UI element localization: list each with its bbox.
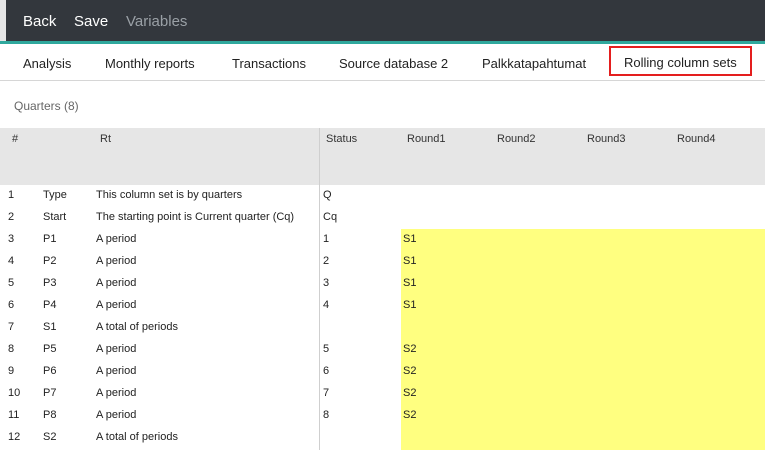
cell-code[interactable]: P6 [43,365,56,377]
grid-header: # Rt Status Round1 Round2 Round3 Round4 [0,128,765,185]
table-row[interactable]: 9 P6 A period 6 S2 [0,361,765,383]
variables-button[interactable]: Variables [126,13,187,30]
tab-monthly-reports[interactable]: Monthly reports [105,44,195,80]
cell-round1[interactable]: S1 [403,255,416,267]
cell-status[interactable]: 3 [323,277,329,289]
table-row[interactable]: 3 P1 A period 1 S1 [0,229,765,251]
cell-code[interactable]: Start [43,211,66,223]
table-row[interactable]: 7 S1 A total of periods [0,317,765,339]
cell-num[interactable]: 12 [8,431,20,443]
cell-status[interactable]: Cq [323,211,337,223]
cell-status[interactable]: 4 [323,299,329,311]
col-header-num: # [12,133,19,145]
col-header-rt: Rt [100,133,111,145]
cell-status[interactable]: 8 [323,409,329,421]
tab-analysis[interactable]: Analysis [23,44,71,80]
cell-round1[interactable]: S2 [403,343,416,355]
col-header-round3: Round3 [587,133,626,145]
cell-code[interactable]: P3 [43,277,56,289]
table-row[interactable]: 6 P4 A period 4 S1 [0,295,765,317]
tab-palkkatapahtumat[interactable]: Palkkatapahtumat [482,44,586,80]
cell-code[interactable]: S2 [43,431,56,443]
cell-code[interactable]: P1 [43,233,56,245]
cell-desc[interactable]: A period [96,409,136,421]
cell-num[interactable]: 6 [8,299,14,311]
top-toolbar: Back Save Variables [0,0,765,44]
cell-code[interactable]: S1 [43,321,56,333]
column-set-grid: # Rt Status Round1 Round2 Round3 Round4 … [0,128,765,450]
cell-status[interactable]: Q [323,189,332,201]
cell-num[interactable]: 8 [8,343,14,355]
cell-code[interactable]: P4 [43,299,56,311]
cell-status[interactable]: 5 [323,343,329,355]
cell-desc[interactable]: A total of periods [96,321,178,333]
tab-bar: Analysis Monthly reports Transactions So… [0,44,765,81]
tab-transactions[interactable]: Transactions [232,44,306,80]
cell-desc[interactable]: A period [96,343,136,355]
cell-code[interactable]: P7 [43,387,56,399]
cell-num[interactable]: 3 [8,233,14,245]
table-row[interactable]: 10 P7 A period 7 S2 [0,383,765,405]
table-row[interactable]: 1 Type This column set is by quarters Q [0,185,765,207]
cell-num[interactable]: 7 [8,321,14,333]
tab-source-database-2[interactable]: Source database 2 [339,44,448,80]
cell-round1[interactable]: S2 [403,387,416,399]
cell-status[interactable]: 6 [323,365,329,377]
cell-round1[interactable]: S2 [403,365,416,377]
cell-status[interactable]: 2 [323,255,329,267]
table-row[interactable]: 8 P5 A period 5 S2 [0,339,765,361]
cell-desc[interactable]: A period [96,233,136,245]
cell-num[interactable]: 4 [8,255,14,267]
cell-num[interactable]: 5 [8,277,14,289]
cell-desc[interactable]: A period [96,387,136,399]
col-header-status: Status [326,133,358,145]
col-header-round4: Round4 [677,133,716,145]
cell-code[interactable]: Type [43,189,67,201]
col-header-round1: Round1 [407,133,446,145]
table-row[interactable]: 5 P3 A period 3 S1 [0,273,765,295]
tab-rolling-column-sets[interactable]: Rolling column sets [609,46,752,76]
table-row[interactable]: 12 S2 A total of periods [0,427,765,449]
cell-num[interactable]: 2 [8,211,14,223]
cell-round1[interactable]: S1 [403,233,416,245]
back-button[interactable]: Back [23,13,56,30]
cell-code[interactable]: P5 [43,343,56,355]
cell-code[interactable]: P8 [43,409,56,421]
cell-num[interactable]: 10 [8,387,20,399]
cell-desc[interactable]: A total of periods [96,431,178,443]
cell-status[interactable]: 7 [323,387,329,399]
table-row[interactable]: 4 P2 A period 2 S1 [0,251,765,273]
table-row[interactable]: 2 Start The starting point is Current quar… [0,207,765,229]
cell-desc[interactable]: A period [96,299,136,311]
cell-num[interactable]: 9 [8,365,14,377]
column-set-title: Quarters (8) [14,99,79,113]
cell-desc[interactable]: A period [96,255,136,267]
cell-status[interactable]: 1 [323,233,329,245]
table-row[interactable]: 11 P8 A period 8 S2 [0,405,765,427]
cell-num[interactable]: 1 [8,189,14,201]
window-edge [0,0,6,44]
cell-desc[interactable]: This column set is by quarters [96,189,242,201]
cell-round1[interactable]: S2 [403,409,416,421]
cell-code[interactable]: P2 [43,255,56,267]
save-button[interactable]: Save [74,13,108,30]
cell-desc[interactable]: The starting point is Current quarter (C… [96,211,294,223]
cell-round1[interactable]: S1 [403,277,416,289]
col-header-round2: Round2 [497,133,536,145]
cell-desc[interactable]: A period [96,365,136,377]
cell-num[interactable]: 11 [8,409,19,421]
cell-desc[interactable]: A period [96,277,136,289]
cell-round1[interactable]: S1 [403,299,416,311]
